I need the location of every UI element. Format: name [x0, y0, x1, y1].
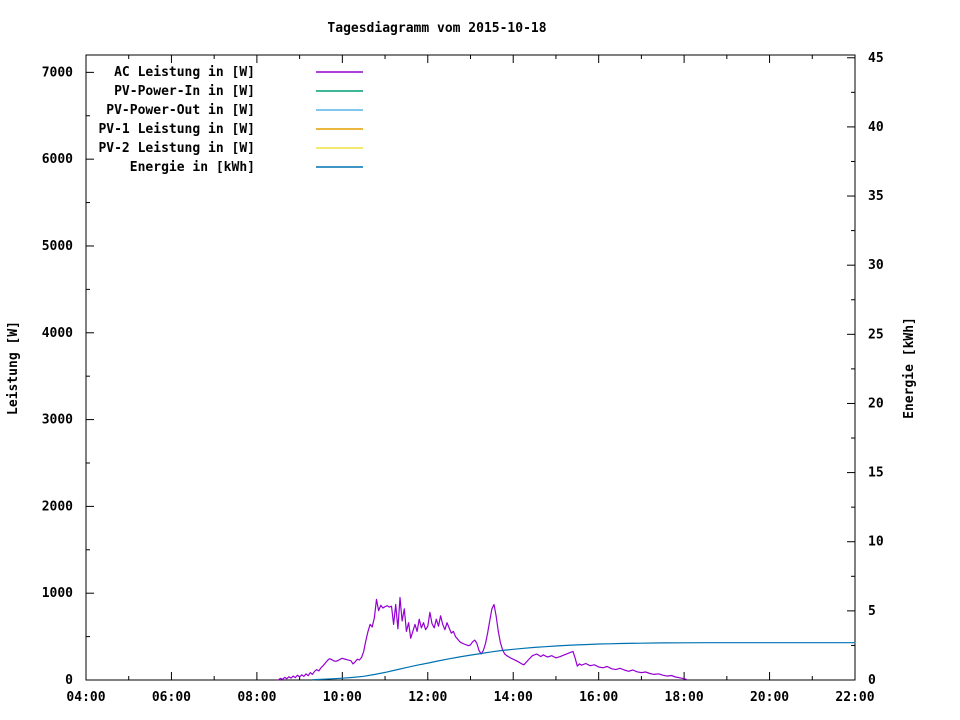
y-right-tick-label: 25: [868, 327, 884, 342]
y-right-tick-label: 0: [868, 673, 876, 688]
y-right-tick-label: 10: [868, 535, 884, 550]
legend-item-label: PV-Power-In in [W]: [114, 84, 255, 99]
legend-item-label: PV-1 Leistung in [W]: [98, 122, 255, 137]
y-right-tick-label: 30: [868, 258, 884, 273]
chart-canvas: Tagesdiagramm vom 2015-10-18 Leistung [W…: [0, 0, 960, 720]
series-line-ac-leistung-in-w-: [277, 596, 687, 681]
x-tick-label: 22:00: [835, 690, 874, 705]
x-tick-label: 08:00: [237, 690, 276, 705]
x-tick-label: 14:00: [494, 690, 533, 705]
y-right-tick-label: 20: [868, 396, 884, 411]
y-left-tick-label: 7000: [42, 65, 73, 80]
y-right-tick-label: 5: [868, 604, 876, 619]
legend-item-label: AC Leistung in [W]: [114, 65, 255, 80]
legend-item-label: Energie in [kWh]: [130, 160, 255, 175]
x-tick-label: 18:00: [665, 690, 704, 705]
y-right-tick-label: 45: [868, 51, 884, 66]
y-right-tick-label: 35: [868, 189, 884, 204]
plot-area: 04:00 06:00 08:00 10:00 12:00 14:00 16:00 18:00…: [42, 51, 884, 705]
tagesdiagramm-chart: Tagesdiagramm vom 2015-10-18 Leistung [W…: [6, 21, 917, 705]
y-left-tick-label: 6000: [42, 152, 73, 167]
x-tick-label: 10:00: [323, 690, 362, 705]
chart-title: Tagesdiagramm vom 2015-10-18: [327, 21, 546, 36]
series-line-energie-in-kwh-: [311, 642, 856, 681]
y-left-axis-label: Leistung [W]: [6, 321, 21, 415]
y-left-tick-label: 2000: [42, 499, 73, 514]
y-left-tick-label: 3000: [42, 413, 73, 428]
y-left-tick-label: 4000: [42, 326, 73, 341]
y-right-tick-label: 40: [868, 120, 884, 135]
x-tick-label: 04:00: [66, 690, 105, 705]
y-left-tick-label: 5000: [42, 239, 73, 254]
legend-item-label: PV-Power-Out in [W]: [106, 103, 255, 118]
x-tick-label: 06:00: [152, 690, 191, 705]
y-right-tick-label: 15: [868, 466, 884, 481]
y-left-tick-label: 1000: [42, 586, 73, 601]
x-tick-label: 16:00: [579, 690, 618, 705]
y-right-axis-label: Energie [kWh]: [902, 317, 917, 419]
y-left-tick-label: 0: [65, 673, 73, 688]
legend-item-label: PV-2 Leistung in [W]: [98, 141, 255, 156]
x-tick-label: 12:00: [408, 690, 447, 705]
x-tick-label: 20:00: [750, 690, 789, 705]
